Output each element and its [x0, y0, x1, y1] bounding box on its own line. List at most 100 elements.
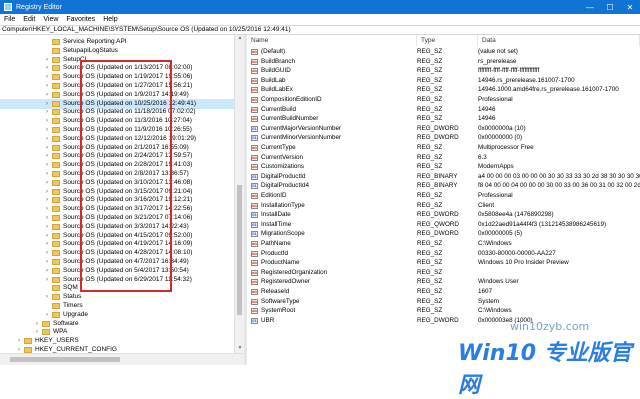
value-row[interactable]: ab SoftwareType REG_SZ System [247, 297, 640, 307]
folder-icon [52, 250, 60, 257]
tree-item[interactable]: › HKEY_CURRENT_CONFIG [0, 345, 234, 353]
value-data: 0x00000000 (0) [478, 134, 523, 142]
watermark-logo: Win10 专业版官网 [458, 341, 632, 398]
value-name: CurrentType [261, 144, 296, 151]
string-value-icon: ab [251, 298, 258, 305]
value-row[interactable]: ab BuildLabEx REG_SZ 14946.1000.amd64fre.rs… [247, 85, 640, 95]
menu-favorites[interactable]: Favorites [66, 16, 95, 23]
value-row[interactable]: ab BuildBranch REG_SZ rs_prerelease [247, 57, 640, 67]
value-name: SoftwareType [261, 297, 300, 305]
window-title: Registry Editor [16, 3, 62, 11]
folder-icon [52, 179, 60, 186]
value-type: REG_BINARY [417, 182, 458, 190]
folder-icon [52, 118, 60, 125]
value-name: MigrationScope [261, 230, 305, 238]
value-name: CurrentVersion [261, 153, 303, 161]
string-value-icon: ab [251, 269, 258, 276]
column-header-data[interactable]: Data [478, 35, 640, 46]
value-name: DigitalProductId [261, 172, 306, 180]
folder-icon [52, 74, 60, 81]
value-row[interactable]: 01 DigitalProductId REG_BINARY a4 00 00 00 … [247, 172, 640, 182]
folder-icon [52, 135, 60, 142]
menu-file[interactable]: File [4, 16, 15, 23]
value-name: SystemRoot [261, 307, 296, 315]
value-type: REG_BINARY [417, 172, 458, 180]
value-row[interactable]: ab PathName REG_SZ C:\Windows [247, 239, 640, 249]
folder-icon [52, 47, 60, 54]
tree-scroll-thumb[interactable] [237, 185, 242, 315]
binary-value-icon: 01 [251, 221, 258, 228]
value-name: BuildGUID [261, 67, 291, 75]
values-pane[interactable]: Name Type Data ab (Default) REG_SZ (value n… [247, 35, 640, 365]
value-type: REG_SZ [417, 67, 443, 75]
value-data: 14946.rs_prerelease.161007-1700 [478, 76, 575, 84]
value-name: CurrentBuild [261, 105, 296, 113]
value-row[interactable]: ab CompositionEditionID REG_SZ Professional [247, 95, 640, 105]
value-row[interactable]: 01 DigitalProductId4 REG_BINARY f8 04 00 00… [247, 181, 640, 191]
value-row[interactable]: 01 CurrentMinorVersionNumber REG_DWORD 0x00… [247, 133, 640, 143]
address-bar[interactable]: Computer\HKEY_LOCAL_MACHINE\SYSTEM\Setup… [0, 25, 640, 35]
value-data: Windows User [478, 278, 519, 286]
value-row[interactable]: ab CurrentBuild REG_SZ 14946 [247, 105, 640, 115]
folder-icon [52, 109, 60, 116]
folder-icon [52, 285, 60, 292]
value-row[interactable]: ab ProductId REG_SZ 00330-80000-00000-AA227 [247, 249, 640, 259]
value-row[interactable]: ab RegisteredOwner REG_SZ Windows User [247, 277, 640, 287]
folder-icon [52, 171, 60, 177]
folder-icon [52, 100, 60, 107]
folder-icon [52, 91, 60, 98]
value-row[interactable]: ab EditionID REG_SZ Professional [247, 191, 640, 201]
value-row[interactable]: 01 InstallTime REG_QWORD 0x1d22aed91a44f4f3… [247, 220, 640, 230]
value-row[interactable]: ab RegisteredOrganization REG_SZ [247, 268, 640, 278]
value-row[interactable]: ab CurrentVersion REG_SZ 6.3 [247, 153, 640, 163]
folder-icon [42, 329, 50, 336]
value-row[interactable]: 01 InstallDate REG_DWORD 0x5808ee4a (147689… [247, 210, 640, 220]
tree-hscroll-thumb[interactable] [10, 357, 120, 362]
value-type: REG_SZ [417, 144, 443, 151]
value-type: REG_SZ [417, 307, 443, 315]
value-row[interactable]: ab Customizations REG_SZ ModernApps [247, 162, 640, 172]
value-row[interactable]: ab BuildGUID REG_SZ ffffffff-ffff-ffff-ffff… [247, 66, 640, 76]
value-name: BuildLab [261, 76, 286, 84]
string-value-icon: ab [251, 202, 258, 209]
tree-horizontal-scrollbar[interactable] [0, 353, 244, 365]
folder-icon [52, 197, 60, 204]
value-type: REG_SZ [417, 249, 443, 257]
value-row[interactable]: ab CurrentType REG_SZ Multiprocessor Free [247, 143, 640, 153]
menu-view[interactable]: View [43, 16, 58, 23]
tree-vertical-scrollbar[interactable]: ▲ ▼ [234, 35, 244, 353]
close-button[interactable]: ✕ [620, 0, 640, 14]
value-row[interactable]: ab ReleaseId REG_SZ 1607 [247, 287, 640, 297]
value-name: EditionID [261, 192, 287, 199]
maximize-button[interactable]: ☐ [600, 0, 620, 14]
column-header-name[interactable]: Name [247, 35, 417, 46]
string-value-icon: ab [251, 77, 258, 84]
value-data: 0x0000000a (10) [478, 124, 526, 132]
minimize-button[interactable]: — [580, 0, 600, 14]
value-type: REG_SZ [417, 297, 443, 305]
menu-edit[interactable]: Edit [23, 16, 35, 23]
value-row[interactable]: 01 MigrationScope REG_DWORD 0x00000005 (5) [247, 229, 640, 239]
value-type: REG_SZ [417, 201, 443, 209]
value-type: REG_SZ [417, 288, 443, 295]
value-row[interactable]: ab ProductName REG_SZ Windows 10 Pro Inside… [247, 258, 640, 268]
binary-value-icon: 01 [251, 125, 258, 132]
value-name: RegisteredOrganization [261, 268, 328, 276]
value-data: Professional [478, 96, 513, 103]
value-name: CompositionEditionID [261, 96, 322, 103]
string-value-icon: ab [251, 193, 258, 199]
value-row[interactable]: ab SystemRoot REG_SZ C:\Windows [247, 306, 640, 316]
menu-help[interactable]: Help [103, 16, 117, 23]
highlight-box [80, 60, 172, 292]
value-row[interactable]: ab CurrentBuildNumber REG_SZ 14946 [247, 114, 640, 124]
value-row[interactable]: ab BuildLab REG_SZ 14946.rs_prerelease.1610… [247, 76, 640, 86]
folder-icon [52, 65, 60, 72]
expand-chevron-icon[interactable]: › [16, 345, 22, 353]
value-data: C:\Windows [478, 240, 512, 247]
string-value-icon: ab [251, 68, 258, 75]
value-row[interactable]: 01 CurrentMajorVersionNumber REG_DWORD 0x00… [247, 124, 640, 134]
value-row[interactable]: ab (Default) REG_SZ (value not set) [247, 47, 640, 57]
value-data: a4 00 00 00 03 00 00 00 30 30 33 33 30 2… [478, 172, 640, 180]
value-row[interactable]: ab InstallationType REG_SZ Client [247, 201, 640, 211]
column-header-type[interactable]: Type [417, 35, 478, 46]
